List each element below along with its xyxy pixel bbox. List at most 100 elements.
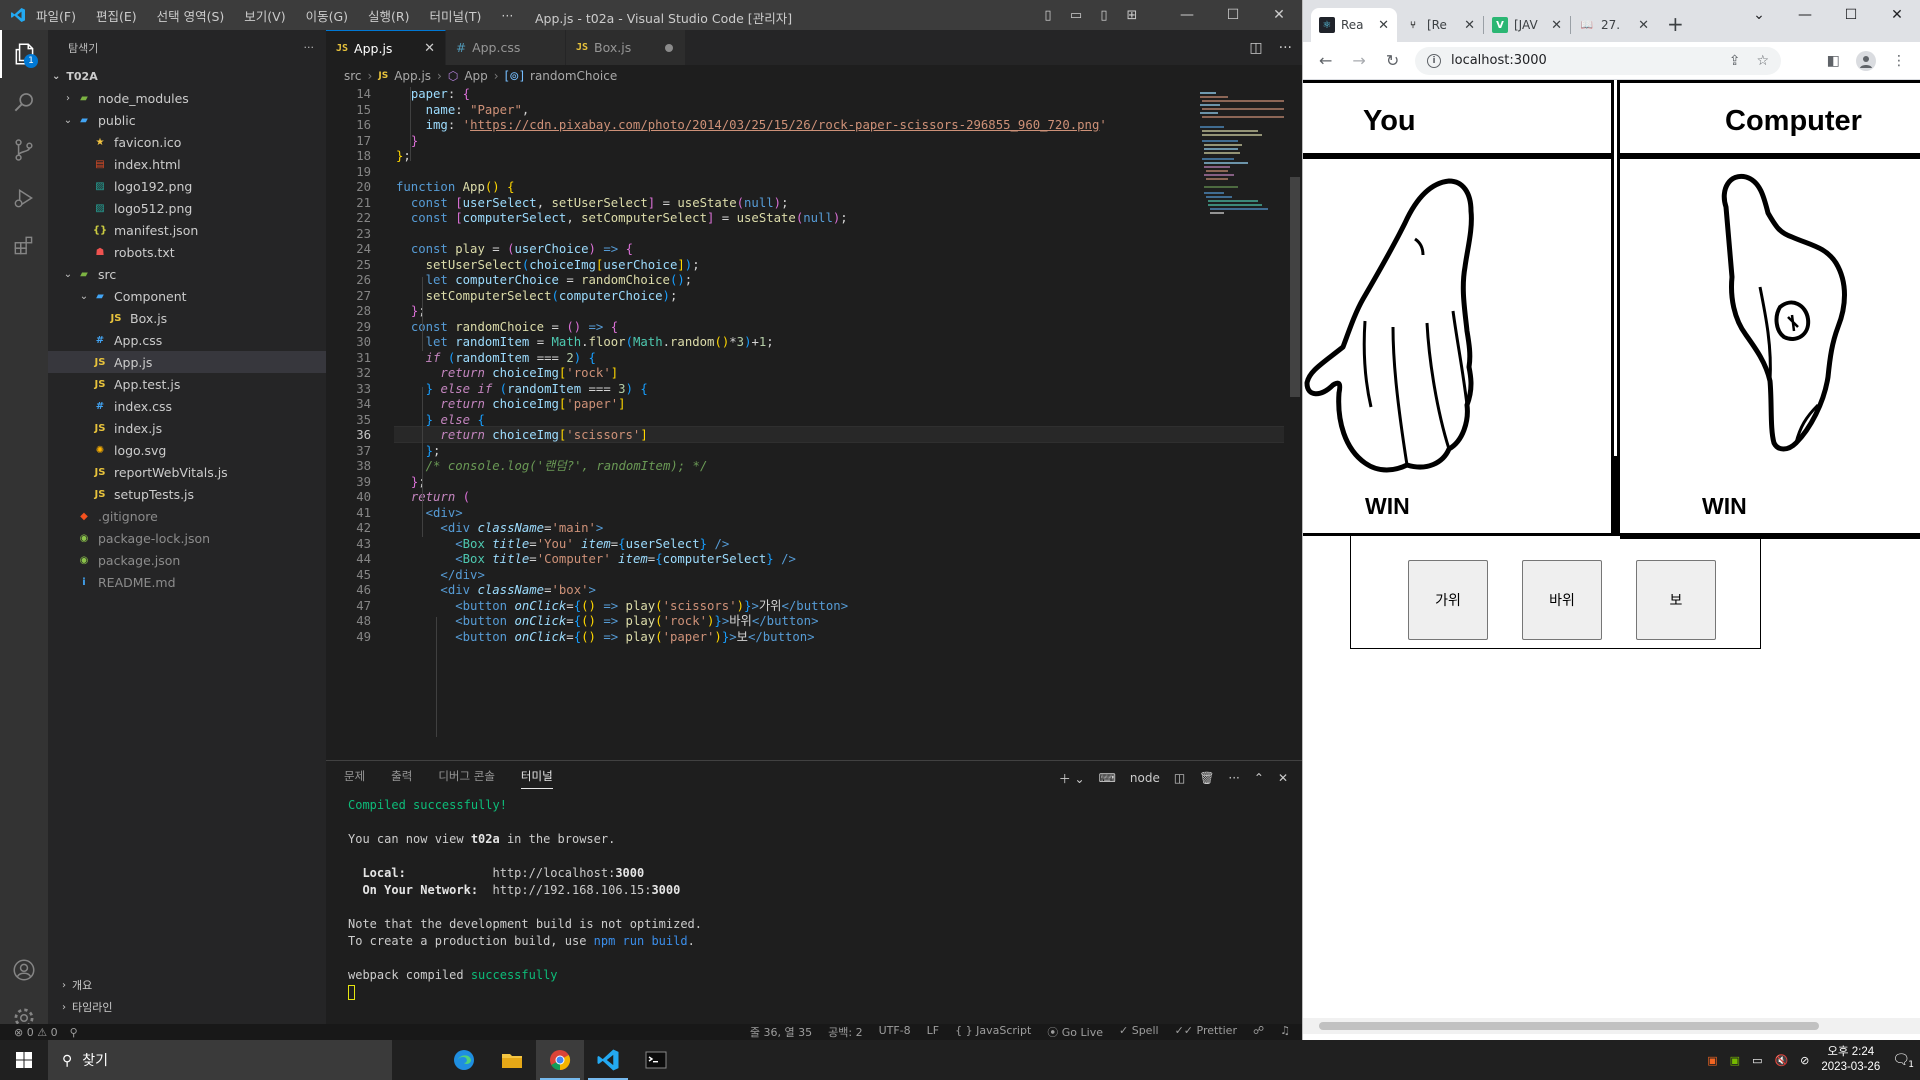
system-clock[interactable]: 오후 2:24 2023-03-26: [1821, 1045, 1880, 1075]
panel-more-icon[interactable]: ···: [1228, 771, 1239, 785]
menu-item[interactable]: 실행(R): [368, 6, 409, 25]
bookmark-star-icon[interactable]: ☆: [1756, 53, 1769, 69]
tree-item-logo-svg[interactable]: ✺ logo.svg: [48, 439, 326, 461]
close-tab-icon[interactable]: ✕: [1378, 18, 1389, 33]
menu-item[interactable]: 이동(G): [306, 6, 348, 25]
go-live-button[interactable]: ⦿ Go Live: [1047, 1024, 1103, 1040]
terminal-output[interactable]: Compiled successfully! You can now view …: [348, 797, 702, 1001]
taskbar-search[interactable]: ⚲ 찾기: [48, 1040, 392, 1080]
language-mode[interactable]: { } JavaScript: [955, 1024, 1031, 1040]
source-control-icon[interactable]: [0, 126, 48, 174]
nvidia-icon[interactable]: ▣: [1730, 1054, 1740, 1067]
browser-menu-icon[interactable]: ⋮: [1892, 53, 1906, 69]
browser-tab[interactable]: ⚛ Rea ✕: [1311, 8, 1397, 42]
panel-tab[interactable]: 출력: [391, 768, 412, 789]
tree-item-src[interactable]: ⌄ ▰ src: [48, 263, 326, 285]
breadcrumb-item[interactable]: App: [464, 69, 487, 83]
timeline-section[interactable]: › 타임라인: [48, 996, 326, 1018]
scrollbar-thumb[interactable]: [1319, 1022, 1819, 1030]
close-tab-icon[interactable]: ✕: [1551, 18, 1562, 33]
remote-icon[interactable]: ⚲: [70, 1026, 78, 1039]
volume-muted-icon[interactable]: 🔇: [1774, 1054, 1788, 1067]
account-icon[interactable]: [0, 946, 48, 994]
tray-status-icon[interactable]: ⊘: [1800, 1054, 1809, 1067]
spell-button[interactable]: ✓ Spell: [1119, 1024, 1159, 1040]
breadcrumb-item[interactable]: randomChoice: [530, 69, 617, 83]
indentation[interactable]: 공백: 2: [828, 1024, 862, 1040]
rock-button[interactable]: 바위: [1522, 560, 1602, 640]
address-bar[interactable]: i localhost:3000 ⇪ ☆: [1415, 46, 1781, 75]
tree-item-index-css[interactable]: # index.css: [48, 395, 326, 417]
url-text[interactable]: localhost:3000: [1451, 53, 1547, 68]
share-icon[interactable]: ⇪: [1729, 53, 1741, 69]
tree-item-package-lock-json[interactable]: ◉ package-lock.json: [48, 527, 326, 549]
toggle-sidebar-icon[interactable]: ▯: [1034, 8, 1062, 23]
split-terminal-icon[interactable]: ◫: [1174, 771, 1185, 785]
tree-item-manifest-json[interactable]: {} manifest.json: [48, 219, 326, 241]
tree-item-node-modules[interactable]: › ▰ node_modules: [48, 87, 326, 109]
panel-tab[interactable]: 문제: [344, 768, 365, 789]
page-horizontal-scrollbar[interactable]: [1303, 1018, 1920, 1034]
editor-tab[interactable]: # App.css: [446, 30, 566, 65]
more-actions-icon[interactable]: ···: [304, 41, 315, 54]
tree-item-app-js[interactable]: JS App.js: [48, 351, 326, 373]
paper-button[interactable]: 보: [1636, 560, 1716, 640]
tree-item-robots-txt[interactable]: ☗ robots.txt: [48, 241, 326, 263]
menu-item[interactable]: 터미널(T): [430, 6, 482, 25]
outline-section[interactable]: › 개요: [48, 974, 326, 996]
tree-item-logo512-png[interactable]: ▨ logo512.png: [48, 197, 326, 219]
breadcrumb-item[interactable]: App.js: [394, 69, 431, 83]
cursor-position[interactable]: 줄 36, 열 35: [750, 1024, 812, 1040]
problems-indicator[interactable]: ⊗ 0 ⚠ 0: [14, 1026, 58, 1039]
close-tab-icon[interactable]: ✕: [424, 41, 435, 56]
tree-item-favicon-ico[interactable]: ★ favicon.ico: [48, 131, 326, 153]
tree-item-app-css[interactable]: # App.css: [48, 329, 326, 351]
toggle-panel-icon[interactable]: ▭: [1062, 8, 1090, 23]
editor-more-icon[interactable]: ···: [1279, 40, 1292, 56]
tree-item-logo192-png[interactable]: ▨ logo192.png: [48, 175, 326, 197]
tree-item-readme-md[interactable]: i README.md: [48, 571, 326, 593]
editor-tab[interactable]: JS App.js ✕: [326, 30, 446, 65]
new-tab-button[interactable]: +: [1667, 12, 1684, 36]
browser-tab[interactable]: 📖 27. ✕: [1571, 8, 1657, 42]
trash-icon[interactable]: 🗑: [1199, 771, 1214, 785]
forward-button[interactable]: →: [1352, 51, 1365, 70]
tree-item-reportwebvitals-js[interactable]: JS reportWebVitals.js: [48, 461, 326, 483]
tree-item-index-html[interactable]: ▤ index.html: [48, 153, 326, 175]
tree-item-index-js[interactable]: JS index.js: [48, 417, 326, 439]
back-button[interactable]: ←: [1319, 51, 1332, 70]
tree-item-public[interactable]: ⌄ ▰ public: [48, 109, 326, 131]
tree-item-component[interactable]: ⌄ ▰ Component: [48, 285, 326, 307]
new-terminal-icon[interactable]: ＋ ⌄: [1059, 770, 1085, 787]
editor-tab[interactable]: JS Box.js: [566, 30, 686, 65]
customize-layout-icon[interactable]: ⊞: [1118, 8, 1146, 23]
maximize-panel-icon[interactable]: ⌃: [1254, 771, 1264, 785]
toggle-secondary-sidebar-icon[interactable]: ▯: [1090, 8, 1118, 23]
explorer-icon[interactable]: 1: [0, 30, 48, 78]
prettier-button[interactable]: ✓✓ Prettier: [1175, 1024, 1237, 1040]
tree-item-setuptests-js[interactable]: JS setupTests.js: [48, 483, 326, 505]
browser-tab[interactable]: V [JAV ✕: [1484, 8, 1570, 42]
windows-start-icon[interactable]: [0, 1052, 48, 1068]
close-panel-icon[interactable]: ✕: [1278, 771, 1288, 785]
code-editor[interactable]: 14 paper: {15 name: "Paper", 16 img: 'htt…: [326, 87, 1302, 760]
browser-maximize-button[interactable]: ☐: [1828, 7, 1874, 23]
notifications-bell-icon[interactable]: ♫: [1280, 1024, 1290, 1040]
minimap[interactable]: [1198, 87, 1288, 217]
panel-tab[interactable]: 디버그 콘솔: [438, 768, 495, 789]
run-debug-icon[interactable]: [0, 174, 48, 222]
chrome-app-icon[interactable]: [536, 1040, 584, 1080]
unsaved-dot-icon[interactable]: [665, 43, 673, 52]
split-editor-icon[interactable]: ◫: [1249, 40, 1262, 56]
close-tab-icon[interactable]: ✕: [1638, 18, 1649, 33]
edge-app-icon[interactable]: [440, 1040, 488, 1080]
scrollbar-thumb[interactable]: [1290, 177, 1300, 397]
encoding[interactable]: UTF-8: [879, 1024, 911, 1040]
search-icon[interactable]: [0, 78, 48, 126]
file-explorer-app-icon[interactable]: [488, 1040, 536, 1080]
tree-item-package-json[interactable]: ◉ package.json: [48, 549, 326, 571]
side-panel-icon[interactable]: ◧: [1827, 53, 1840, 69]
browser-close-button[interactable]: ✕: [1874, 7, 1920, 23]
menu-item[interactable]: 선택 영역(S): [157, 6, 225, 25]
browser-tab[interactable]: ⑂ [Re ✕: [1397, 8, 1483, 42]
